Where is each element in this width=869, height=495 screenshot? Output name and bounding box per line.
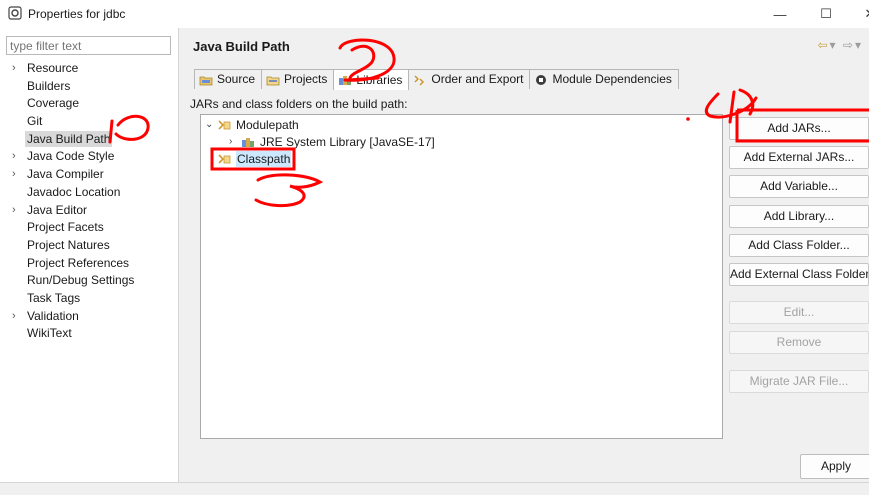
libraries-icon <box>339 76 352 85</box>
nav-item[interactable]: › Java Code Style <box>0 148 178 166</box>
build-path-action-button[interactable]: Add Library... <box>729 205 869 228</box>
nav-item[interactable]: Javadoc Location <box>0 184 178 202</box>
nav-item-label: Project References <box>27 255 130 270</box>
tree-item-jre[interactable]: › JRE System Library [JavaSE-17] <box>229 134 435 150</box>
nav-item-label: Java Build Path <box>25 130 113 147</box>
chevron-right-icon[interactable]: › <box>12 60 16 78</box>
nav-item[interactable]: › Java Compiler <box>0 166 178 184</box>
tree-item-classpath[interactable]: Classpath <box>217 151 292 167</box>
page-content: Java Build Path ⇦▾ ⇨▾ Source Projects Li… <box>179 28 869 482</box>
nav-item[interactable]: Task Tags <box>0 290 178 308</box>
forward-dropdown-icon[interactable]: ▾ <box>855 38 863 52</box>
tab-source-label: Source <box>217 72 256 86</box>
chevron-right-icon[interactable]: › <box>12 202 16 220</box>
tree-item-modulepath[interactable]: ⌄ Modulepath <box>205 117 299 133</box>
nav-item-label: Java Code Style <box>27 149 115 164</box>
nav-item-label: Resource <box>27 61 79 75</box>
nav-item-label: Task Tags <box>27 290 81 305</box>
nav-item-label: Java Editor <box>27 202 88 217</box>
chevron-down-icon[interactable]: ⌄ <box>205 117 217 133</box>
nav-item[interactable]: Project Facets <box>0 219 178 237</box>
tab-module-dependencies-label: Module Dependencies <box>552 72 672 86</box>
close-button[interactable]: ✕ <box>850 0 869 28</box>
build-path-action-button[interactable]: Edit... <box>729 301 869 324</box>
classpath-icon <box>218 154 231 164</box>
maximize-button[interactable]: ☐ <box>806 0 846 28</box>
apply-button[interactable]: Apply <box>800 454 869 479</box>
tab-source[interactable]: Source <box>194 69 263 89</box>
nav-item[interactable]: Builders <box>0 78 178 96</box>
nav-item[interactable]: › Java Editor <box>0 202 178 220</box>
dialog-bottom-bar <box>0 482 869 495</box>
nav-item[interactable]: › Resource <box>0 60 178 78</box>
build-path-action-button[interactable]: Add Class Folder... <box>729 234 869 257</box>
nav-item-label: Builders <box>27 78 71 93</box>
nav-item-label: Project Natures <box>27 237 110 252</box>
section-label: JARs and class folders on the build path… <box>190 97 408 111</box>
chevron-right-icon[interactable]: › <box>12 166 16 184</box>
tab-projects-label: Projects <box>284 72 328 86</box>
chevron-right-icon[interactable]: › <box>12 308 16 326</box>
nav-item[interactable]: › Validation <box>0 308 178 326</box>
window-title: Properties for jdbc <box>28 7 126 21</box>
nav-item[interactable]: Git <box>0 113 178 131</box>
nav-item[interactable]: WikiText <box>0 325 178 343</box>
nav-item-label: Java Compiler <box>27 167 104 182</box>
nav-item-label: Validation <box>27 308 79 323</box>
libraries-tab-body: JARs and class folders on the build path… <box>190 89 869 482</box>
build-path-action-button[interactable]: Add External JARs... <box>729 146 869 169</box>
build-path-tabs: Source Projects Libraries Order and Expo… <box>194 69 679 90</box>
nav-item-label: Project Facets <box>27 220 104 235</box>
nav-item-label: Git <box>27 114 43 129</box>
properties-nav-list: › Resource Builders Coverage Git Java Build P… <box>0 60 178 343</box>
projects-icon <box>266 76 280 85</box>
build-path-action-button[interactable]: Remove <box>729 331 869 354</box>
build-path-tree[interactable]: ⌄ Modulepath › JRE System Library [JavaS… <box>200 114 723 439</box>
nav-item[interactable]: Coverage <box>0 95 178 113</box>
nav-item-label: Run/Debug Settings <box>27 273 135 288</box>
nav-item[interactable]: Project References <box>0 255 178 273</box>
tab-order-export-label: Order and Export <box>431 72 524 86</box>
back-arrow-icon[interactable]: ⇦ <box>817 38 829 52</box>
nav-item-label: WikiText <box>27 326 72 341</box>
nav-item-label: Javadoc Location <box>27 184 121 199</box>
filter-input[interactable] <box>6 36 171 55</box>
tree-item-jre-label: JRE System Library [JavaSE-17] <box>260 135 435 149</box>
page-title: Java Build Path <box>193 39 290 54</box>
eclipse-properties-icon <box>8 6 22 20</box>
nav-item[interactable]: Run/Debug Settings <box>0 272 178 290</box>
forward-arrow-icon[interactable]: ⇨ <box>843 38 855 52</box>
chevron-right-icon[interactable]: › <box>229 134 241 150</box>
tab-libraries[interactable]: Libraries <box>333 69 410 90</box>
title-bar: Properties for jdbc — ☐ ✕ <box>0 0 869 28</box>
build-path-action-button[interactable]: Add Variable... <box>729 175 869 198</box>
source-folder-icon <box>199 76 213 85</box>
nav-item[interactable]: Project Natures <box>0 237 178 255</box>
minimize-button[interactable]: — <box>760 0 800 28</box>
tree-item-modulepath-label: Modulepath <box>236 118 299 132</box>
build-path-action-button[interactable]: Migrate JAR File... <box>729 370 869 393</box>
properties-nav-panel: › Resource Builders Coverage GitJava Build P… <box>0 28 179 482</box>
tab-order-export[interactable]: Order and Export <box>408 69 531 89</box>
tab-projects[interactable]: Projects <box>261 69 335 89</box>
nav-item-label: Coverage <box>27 96 80 111</box>
tab-module-dependencies[interactable]: Module Dependencies <box>529 69 679 89</box>
order-export-icon <box>414 75 425 85</box>
tab-libraries-label: Libraries <box>356 72 403 87</box>
modulepath-icon <box>218 120 231 130</box>
build-path-action-button[interactable]: Add JARs... <box>729 117 869 140</box>
build-path-action-button[interactable]: Add External Class Folder... <box>729 263 869 286</box>
module-icon <box>536 74 547 85</box>
nav-item[interactable]: Java Build Path <box>0 130 178 149</box>
back-dropdown-icon[interactable]: ▾ <box>830 38 838 52</box>
chevron-right-icon[interactable]: › <box>12 148 16 166</box>
tree-item-classpath-label: Classpath <box>236 151 292 167</box>
history-nav: ⇦▾ ⇨▾ <box>817 38 863 52</box>
jre-library-icon <box>242 138 254 147</box>
